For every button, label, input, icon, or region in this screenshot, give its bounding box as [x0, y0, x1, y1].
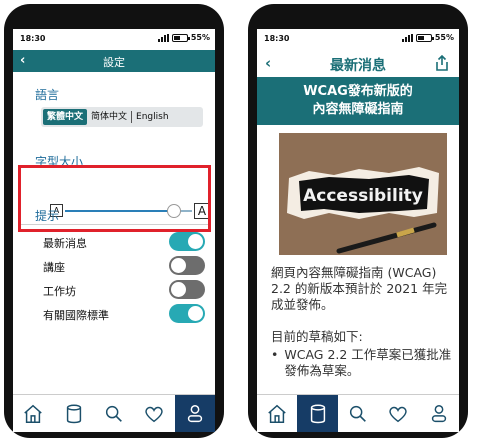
toggle-row-news: 最新消息 — [43, 232, 205, 252]
language-option-traditional[interactable]: 繁體中文 — [43, 109, 88, 125]
bullet-text: WCAG 2.2 工作草案已獲批准發佈為草案。 — [284, 347, 452, 378]
news-header: ‹ 最新消息 — [257, 50, 459, 76]
toggle-knob — [171, 258, 186, 273]
language-option-simplified[interactable]: 简体中文 — [87, 109, 131, 125]
toggle-label: 工作坊 — [43, 285, 76, 298]
tab-home[interactable] — [13, 395, 53, 432]
share-icon[interactable] — [435, 55, 449, 71]
tab-profile[interactable] — [174, 395, 215, 432]
news-screen: 18:30 55% ‹ 最新消息 WCAG發布新版的 內容無障礙指南 Acces… — [257, 29, 459, 432]
font-size-highlight — [18, 165, 211, 232]
article-image: Accessibility — [279, 133, 447, 255]
headline-line-2: 內容無障礙指南 — [312, 102, 404, 117]
heart-icon — [389, 406, 408, 422]
toggle-row-standards: 有關國際標準 — [43, 304, 205, 324]
battery-percent: 55% — [434, 33, 454, 42]
page-title: 最新消息 — [330, 58, 386, 74]
profile-icon — [187, 404, 202, 422]
heart-icon — [145, 406, 164, 422]
library-icon — [310, 404, 325, 423]
page-title: 設定 — [103, 56, 125, 69]
home-icon — [24, 404, 42, 423]
signal-icon — [157, 33, 169, 42]
tab-bar — [257, 394, 459, 432]
phone-news: 18:30 55% ‹ 最新消息 WCAG發布新版的 內容無障礙指南 Acces… — [248, 4, 468, 438]
status-bar: 18:30 55% — [13, 29, 215, 49]
battery-percent: 55% — [190, 33, 210, 42]
tab-search[interactable] — [94, 395, 134, 432]
search-icon — [105, 405, 122, 422]
tab-search[interactable] — [338, 395, 378, 432]
battery-icon — [415, 33, 434, 42]
article-paragraph-2: 目前的草稿如下: — [271, 329, 363, 344]
tab-profile[interactable] — [419, 395, 459, 432]
tab-favorites[interactable] — [378, 395, 418, 432]
language-option-english[interactable]: English — [132, 109, 173, 125]
search-icon — [349, 405, 366, 422]
tab-favorites[interactable] — [134, 395, 174, 432]
tab-library[interactable] — [297, 395, 338, 432]
news-toggle[interactable] — [169, 232, 205, 251]
toggle-row-workshops: 工作坊 — [43, 280, 205, 300]
headline-line-1: WCAG發布新版的 — [303, 84, 413, 99]
status-time: 18:30 — [20, 34, 46, 43]
library-icon — [66, 404, 81, 423]
toggle-label: 有關國際標準 — [43, 309, 109, 322]
status-bar: 18:30 55% — [257, 29, 459, 49]
bullet-icon: • — [271, 347, 279, 362]
status-time: 18:30 — [264, 34, 290, 43]
toggle-label: 講座 — [43, 261, 65, 274]
tab-bar — [13, 394, 215, 432]
tab-library[interactable] — [53, 395, 93, 432]
toggle-knob — [188, 234, 203, 249]
signal-icon — [401, 33, 413, 42]
workshops-toggle[interactable] — [169, 280, 205, 299]
lectures-toggle[interactable] — [169, 256, 205, 275]
tab-home[interactable] — [257, 395, 297, 432]
settings-header: ‹ 設定 — [13, 50, 215, 72]
toggle-row-lectures: 講座 — [43, 256, 205, 276]
language-label: 語言 — [35, 88, 60, 102]
language-selector: 繁體中文 简体中文 English — [41, 107, 203, 127]
profile-icon — [431, 404, 446, 422]
article-paragraph-1: 網頁內容無障礙指南 (WCAG) 2.2 的新版本預計於 2021 年完成並發佈… — [271, 265, 448, 312]
toggle-knob — [188, 306, 203, 321]
standards-toggle[interactable] — [169, 304, 205, 323]
accessibility-paper-image: Accessibility — [279, 133, 447, 255]
list-item: • WCAG 2.2 工作草案已獲批准發佈為草案。 — [271, 347, 453, 379]
image-word: Accessibility — [303, 186, 423, 206]
toggle-label: 最新消息 — [43, 237, 87, 250]
home-icon — [268, 404, 286, 423]
battery-icon — [171, 33, 190, 42]
article-body: 網頁內容無障礙指南 (WCAG) 2.2 的新版本預計於 2021 年完成並發佈… — [271, 265, 453, 379]
toggle-knob — [171, 282, 186, 297]
article-headline: WCAG發布新版的 內容無障礙指南 — [257, 77, 459, 125]
